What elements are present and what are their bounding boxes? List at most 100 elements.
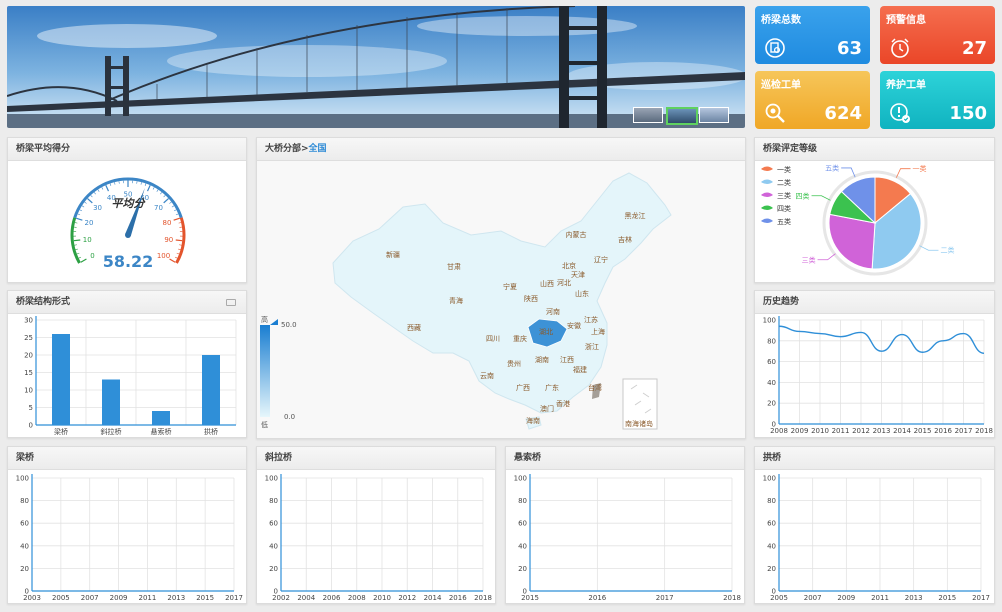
legend-swatch-icon[interactable] [761, 166, 773, 172]
y-tick-label: 40 [767, 379, 776, 387]
structure-bar-chart[interactable]: 0 5 10 15 20 25 30 梁桥 斜拉桥 悬索桥 拱桥 [8, 314, 247, 438]
beam-bridge-chart[interactable]: 0204060801002003 2005 2007 2009 2011 2013 2015… [8, 470, 247, 604]
map-region-label[interactable]: 香港 [556, 399, 570, 408]
pie-slice-label: 三类 [802, 255, 816, 264]
bar[interactable] [202, 355, 220, 425]
map-region-label[interactable]: 西藏 [407, 323, 421, 332]
x-tick-label: 2012 [852, 427, 870, 435]
map-region-label[interactable]: 浙江 [585, 342, 599, 351]
map-region-label[interactable]: 广东 [545, 383, 559, 392]
map-region-label[interactable]: 广西 [516, 383, 530, 392]
pie-legend-label[interactable]: 五类 [777, 217, 791, 226]
card-inspection[interactable]: 巡检工单 624 [755, 71, 870, 129]
map-region-label[interactable]: 四川 [486, 335, 500, 343]
x-tick-label: 拱桥 [204, 427, 218, 436]
bar[interactable] [102, 379, 120, 426]
x-tick-label: 2007 [804, 594, 822, 602]
map-region-label[interactable]: 山东 [575, 289, 589, 298]
bar[interactable] [152, 411, 170, 425]
gauge-tick [174, 256, 178, 259]
comment-icon[interactable] [226, 299, 236, 306]
map-region-label[interactable]: 青海 [449, 296, 463, 305]
legend-low-label: 低 [261, 420, 268, 429]
x-tick-label: 2012 [398, 594, 416, 602]
x-tick-label: 悬索桥 [151, 427, 172, 436]
pie-slice[interactable] [828, 213, 876, 270]
legend-swatch-icon[interactable] [761, 218, 773, 224]
panel-title: 大桥分部>全国 [257, 138, 745, 161]
card-maintenance[interactable]: 养护工单 150 [880, 71, 995, 129]
banner-thumb-3[interactable] [699, 107, 729, 123]
arch-bridge-chart[interactable]: 0204060801002005 2007 2009 2011 2013 2015 2017 [755, 470, 995, 604]
map-scope-link[interactable]: 全国 [309, 144, 327, 154]
x-tick-label: 2015 [938, 594, 956, 602]
card-bridge-total[interactable]: 桥梁总数 63 [755, 6, 870, 64]
map-region-label[interactable]: 吉林 [618, 235, 632, 244]
gauge-tick [97, 189, 100, 192]
map-title-prefix: 大桥分部> [265, 144, 309, 154]
map-region-label[interactable]: 黑龙江 [625, 211, 646, 220]
map-region-label[interactable]: 新疆 [386, 250, 400, 259]
legend-swatch-icon[interactable] [761, 205, 773, 211]
history-trend-chart[interactable]: 0204060801002008 2009 2010 2011 2012 2013 2014… [755, 314, 995, 438]
y-tick-label: 20 [24, 352, 33, 360]
map-region-label[interactable]: 上海 [591, 327, 605, 336]
map-region-label[interactable]: 辽宁 [594, 255, 608, 264]
suspension-bridge-chart[interactable]: 0204060801002015 2016 2017 2018 [506, 470, 745, 604]
pie-legend-label[interactable]: 二类 [777, 178, 791, 187]
map-region-label[interactable]: 江西 [560, 356, 574, 364]
rating-pie-chart[interactable]: 一类二类三类四类五类一类二类三类四类五类 [755, 161, 995, 283]
map-region-label[interactable]: 河南 [546, 307, 560, 316]
legend-handle-icon[interactable] [270, 319, 278, 325]
panel-title: 斜拉桥 [257, 447, 495, 470]
y-tick-label: 60 [518, 520, 527, 528]
pie-slice-label: 五类 [825, 163, 839, 172]
map-region-label[interactable]: 重庆 [513, 334, 527, 343]
panel-beam-bridge: 梁桥 0 20 40 60 80 100 2003 2005 2007 2009 2011 2013 2… [7, 446, 247, 604]
china-map-shape[interactable] [332, 172, 672, 414]
map-region-label[interactable]: 陕西 [524, 294, 538, 303]
y-tick-label: 60 [269, 520, 278, 528]
y-tick-label: 40 [20, 542, 29, 550]
map-region-label[interactable]: 台湾 [588, 383, 602, 392]
bar[interactable] [52, 334, 70, 425]
card-warning[interactable]: 预警信息 27 [880, 6, 995, 64]
gauge-tick-label: 10 [83, 236, 92, 244]
banner-thumb-2[interactable] [666, 107, 698, 125]
value-legend-bar[interactable] [260, 325, 270, 417]
gauge-tick [178, 222, 182, 224]
map-region-label[interactable]: 湖南 [535, 355, 549, 364]
map-region-label[interactable]: 甘肃 [447, 262, 461, 271]
map-region-label[interactable]: 江苏 [584, 315, 598, 324]
map-region-label[interactable]: 天津 [571, 271, 585, 279]
legend-swatch-icon[interactable] [761, 192, 773, 198]
cable-stayed-bridge-chart[interactable]: 0204060801002002 2004 2006 2008 2010 2012 2014… [257, 470, 496, 604]
map-region-label[interactable]: 宁夏 [503, 282, 517, 291]
panel-title: 桥梁评定等级 [755, 138, 994, 161]
map-region-label[interactable]: 山西 [540, 279, 554, 288]
pie-legend-label[interactable]: 一类 [777, 165, 791, 174]
map-region-label[interactable]: 云南 [480, 371, 494, 380]
pie-legend-label[interactable]: 三类 [777, 191, 791, 200]
y-tick-label: 80 [269, 497, 278, 505]
x-tick-label: 2007 [81, 594, 99, 602]
gauge-tick [176, 252, 180, 255]
legend-swatch-icon[interactable] [761, 179, 773, 185]
gauge-tick [160, 192, 163, 195]
panel-history-trend: 历史趋势 0 20 40 60 80 100 2008 2009 2010 2011 2012 201… [754, 290, 995, 438]
map-region-label[interactable]: 福建 [573, 365, 587, 374]
map-region-label[interactable]: 贵州 [507, 359, 521, 368]
map-region-label[interactable]: 湖北 [539, 327, 553, 336]
map-region-label[interactable]: 安徽 [567, 321, 581, 330]
china-map[interactable]: 黑龙江吉林辽宁 内蒙古北京天津河北山西山东 新疆甘肃宁夏陕西 青海河南江苏西藏 湖北 安徽… [257, 161, 745, 439]
pie-legend-label[interactable]: 四类 [777, 204, 791, 213]
x-tick-label: 2016 [449, 594, 467, 602]
panel-title-text: 桥梁结构形式 [16, 297, 71, 307]
map-region-label[interactable]: 澳门 [540, 404, 554, 413]
map-region-label[interactable]: 内蒙古 [566, 230, 587, 239]
map-region-label[interactable]: 北京 [562, 261, 576, 270]
map-region-label[interactable]: 河北 [557, 279, 571, 287]
gauge-tick [163, 195, 166, 198]
map-region-label[interactable]: 海南 [526, 416, 540, 425]
banner-thumb-1[interactable] [633, 107, 663, 123]
